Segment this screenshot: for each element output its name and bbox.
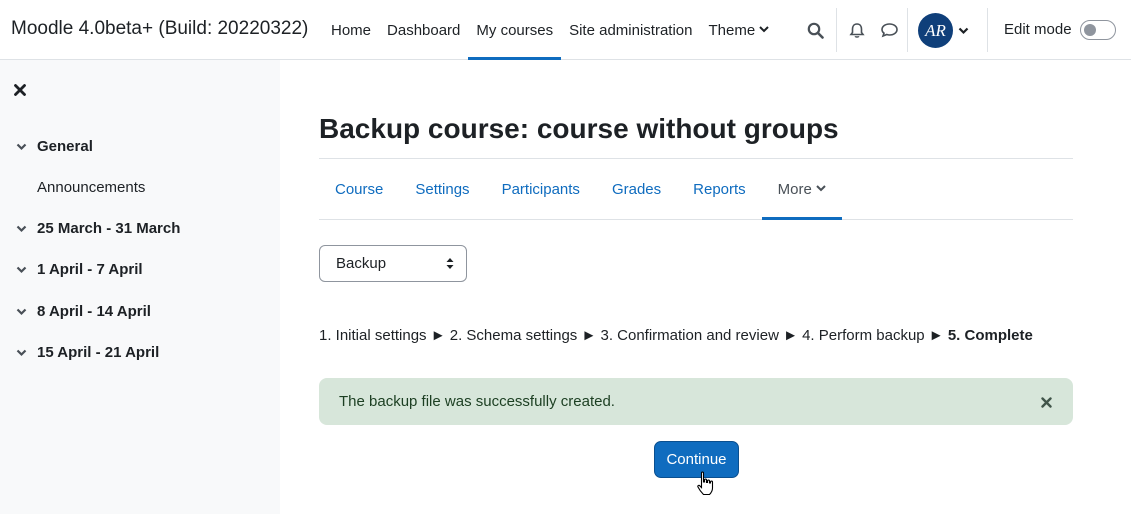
tab-grades[interactable]: Grades — [596, 159, 677, 219]
nav-dashboard-label: Dashboard — [387, 21, 461, 39]
site-brand[interactable]: Moodle 4.0beta+ (Build: 20220322) — [11, 18, 308, 40]
steps-completed-text: 1. Initial settings ► 2. Schema settings… — [319, 327, 944, 344]
close-icon[interactable] — [14, 83, 26, 101]
section-general[interactable]: General — [16, 138, 93, 155]
backup-progress-steps: 1. Initial settings ► 2. Schema settings… — [319, 327, 1033, 344]
navbar-divider — [987, 8, 988, 52]
user-avatar[interactable]: AR — [918, 13, 953, 48]
section-week-3-label: 8 April - 14 April — [37, 303, 151, 320]
steps-current-step: 5. Complete — [947, 327, 1033, 344]
nav-site-administration-label: Site administration — [569, 21, 693, 39]
tab-grades-label: Grades — [611, 180, 662, 198]
tab-reports-label: Reports — [693, 180, 746, 198]
nav-theme-label: Theme — [708, 21, 756, 39]
chevron-down-icon[interactable] — [958, 22, 969, 40]
messages-icon[interactable] — [877, 18, 901, 42]
tab-more[interactable]: More — [761, 159, 843, 220]
chevron-down-icon — [16, 308, 28, 316]
chevron-down-icon — [816, 184, 826, 195]
section-week-2-label: 1 April - 7 April — [37, 261, 143, 278]
tab-settings-label: Settings — [415, 180, 470, 198]
section-week-4-label: 15 April - 21 April — [37, 344, 160, 361]
chevron-down-icon — [759, 25, 769, 36]
backup-action-select-value: Backup — [336, 255, 387, 272]
navbar-divider — [836, 8, 837, 52]
chevron-down-icon — [16, 349, 28, 357]
section-general-label: General — [37, 138, 93, 155]
success-alert: The backup file was successfully created… — [319, 378, 1073, 425]
tab-reports[interactable]: Reports — [677, 159, 762, 219]
nav-my-courses-label: My courses — [476, 21, 554, 39]
chevron-down-icon — [16, 266, 28, 274]
nav-site-administration[interactable]: Site administration — [561, 0, 700, 60]
section-week-2[interactable]: 1 April - 7 April — [16, 261, 143, 278]
tab-course-label: Course — [335, 180, 384, 198]
notification-bell-icon[interactable] — [845, 18, 869, 42]
close-icon[interactable] — [1041, 394, 1052, 410]
nav-home[interactable]: Home — [323, 0, 379, 60]
nav-home-label: Home — [331, 21, 372, 39]
chevron-down-icon — [16, 225, 28, 233]
secondary-navigation: Course Settings Participants Grades Repo… — [319, 159, 1073, 220]
nav-theme-dropdown[interactable]: Theme — [701, 0, 778, 60]
search-icon[interactable] — [803, 18, 827, 42]
course-index-drawer: General Announcements 25 March - 31 Marc… — [0, 60, 280, 514]
select-arrows-icon — [446, 257, 454, 274]
tab-participants[interactable]: Participants — [486, 159, 596, 219]
page-title: Backup course: course without groups — [319, 113, 839, 144]
section-week-4[interactable]: 15 April - 21 April — [16, 344, 159, 361]
toggle-knob — [1084, 24, 1096, 36]
activity-announcements[interactable]: Announcements — [37, 179, 145, 196]
section-week-1-label: 25 March - 31 March — [37, 220, 181, 237]
nav-my-courses[interactable]: My courses — [468, 0, 561, 60]
primary-navigation: Home Dashboard My courses Site administr… — [323, 0, 777, 60]
navbar-divider — [907, 8, 908, 52]
success-alert-message: The backup file was successfully created… — [339, 393, 615, 410]
edit-mode-label: Edit mode — [1004, 21, 1072, 38]
chevron-down-icon — [16, 143, 28, 151]
tab-course[interactable]: Course — [319, 159, 399, 219]
edit-mode-toggle[interactable] — [1080, 20, 1116, 40]
section-week-3[interactable]: 8 April - 14 April — [16, 303, 151, 320]
tab-participants-label: Participants — [501, 180, 580, 198]
nav-dashboard[interactable]: Dashboard — [379, 0, 468, 60]
tab-more-label: More — [777, 180, 812, 198]
backup-action-select[interactable]: Backup — [319, 245, 467, 282]
hand-pointer-icon — [697, 471, 715, 502]
section-week-1[interactable]: 25 March - 31 March — [16, 220, 180, 237]
top-navbar: Moodle 4.0beta+ (Build: 20220322) Home D… — [0, 0, 1131, 60]
tab-settings[interactable]: Settings — [399, 159, 485, 219]
